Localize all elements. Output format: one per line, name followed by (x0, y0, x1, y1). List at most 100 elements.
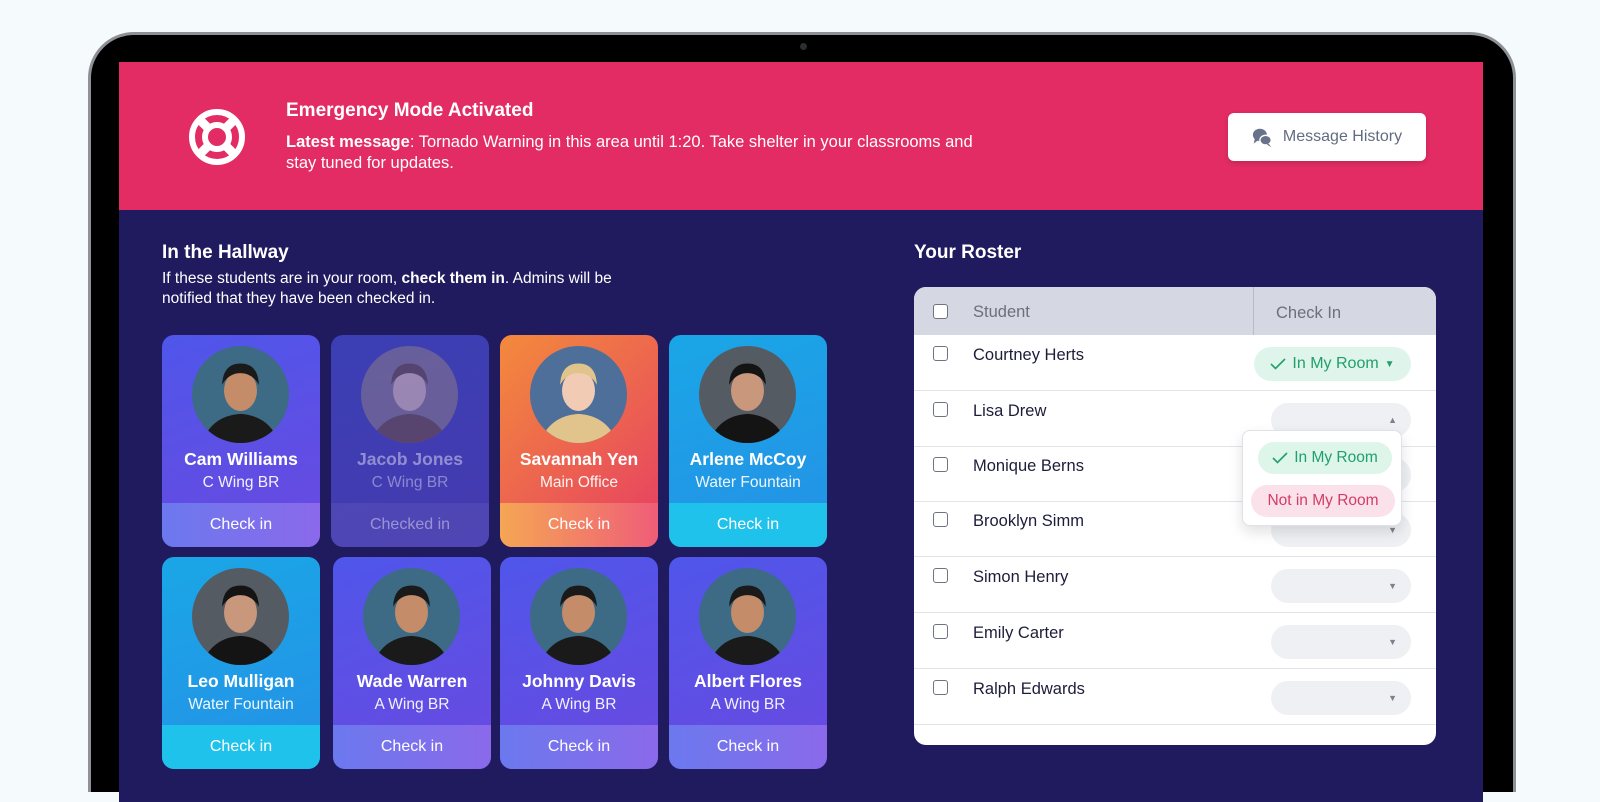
option-not-in-my-room-label: Not in My Room (1267, 492, 1379, 509)
check-in-status-select[interactable]: ▼ (1271, 625, 1411, 659)
student-name: Jacob Jones (356, 449, 464, 469)
banner-message-label: Latest message (286, 133, 410, 151)
student-photo (192, 568, 289, 665)
roster-student-name: Brooklyn Simm (973, 512, 1084, 530)
roster-header: Student Check In (914, 287, 1436, 335)
row-checkbox[interactable] (933, 402, 948, 417)
student-photo (699, 568, 796, 665)
student-name: Arlene McCoy (689, 449, 807, 469)
student-location: Water Fountain (188, 696, 294, 713)
caret-down-icon: ▼ (1388, 525, 1397, 535)
student-location: C Wing BR (202, 474, 280, 491)
student-location: Water Fountain (695, 474, 801, 491)
laptop-frame: Emergency Mode Activated Latest message:… (88, 32, 1516, 802)
check-in-button[interactable]: Check in (669, 503, 827, 547)
hallway-student-card: Cam Williams C Wing BR Check in (162, 335, 320, 547)
student-name: Leo Mulligan (187, 671, 295, 691)
student-avatar (530, 568, 627, 665)
student-avatar (699, 346, 796, 443)
check-in-status-dropdown: In My Room Not in My Room (1242, 430, 1402, 526)
select-all-checkbox[interactable] (933, 304, 948, 319)
hallway-student-card: Wade Warren A Wing BR Check in (333, 557, 491, 769)
chat-bubbles-icon (1252, 128, 1272, 147)
check-in-status-select[interactable]: ▼ (1271, 681, 1411, 715)
hallway-student-card: Arlene McCoy Water Fountain Check in (669, 335, 827, 547)
student-photo (361, 346, 458, 443)
row-checkbox[interactable] (933, 512, 948, 527)
message-history-button[interactable]: Message History (1228, 113, 1426, 161)
check-in-button[interactable]: Check in (669, 725, 827, 769)
student-location: A Wing BR (374, 696, 450, 713)
row-checkbox[interactable] (933, 624, 948, 639)
banner-message: Latest message: Tornado Warning in this … (286, 132, 986, 174)
lifebuoy-icon (189, 109, 245, 165)
student-avatar (192, 568, 289, 665)
row-checkbox[interactable] (933, 568, 948, 583)
hallway-student-card: Savannah Yen Main Office Check in (500, 335, 658, 547)
column-header-student[interactable]: Student (973, 303, 1030, 322)
roster-student-name: Simon Henry (973, 568, 1069, 586)
banner-title: Emergency Mode Activated (286, 100, 534, 121)
caret-down-icon: ▼ (1384, 358, 1395, 370)
check-in-button[interactable]: Check in (333, 725, 491, 769)
student-name: Wade Warren (356, 671, 468, 691)
student-location: C Wing BR (371, 474, 449, 491)
student-name: Albert Flores (694, 671, 802, 691)
roster-row: Ralph Edwards ▼ (914, 669, 1436, 725)
check-in-button[interactable]: Check in (162, 503, 320, 547)
check-in-status-select[interactable]: In My Room ▼ (1254, 347, 1411, 381)
camera-dot (800, 43, 807, 50)
student-location: A Wing BR (541, 696, 617, 713)
hallway-description: If these students are in your room, chec… (162, 269, 662, 309)
student-photo (530, 346, 627, 443)
option-in-my-room-label: In My Room (1294, 449, 1378, 466)
check-in-button[interactable]: Check in (500, 725, 658, 769)
emergency-banner: Emergency Mode Activated Latest message:… (119, 62, 1483, 210)
option-in-my-room[interactable]: In My Room (1258, 442, 1392, 474)
hallway-student-card: Johnny Davis A Wing BR Check in (500, 557, 658, 769)
roster-student-name: Courtney Herts (973, 346, 1084, 364)
check-in-status-value: In My Room (1292, 355, 1379, 372)
student-photo (363, 568, 460, 665)
row-checkbox[interactable] (933, 346, 948, 361)
row-checkbox[interactable] (933, 457, 948, 472)
student-avatar (361, 346, 458, 443)
column-divider (1253, 287, 1254, 335)
row-checkbox[interactable] (933, 680, 948, 695)
check-in-button[interactable]: Check in (500, 503, 658, 547)
message-history-label: Message History (1282, 128, 1403, 145)
student-name: Savannah Yen (519, 449, 639, 469)
hallway-student-card: Leo Mulligan Water Fountain Check in (162, 557, 320, 769)
student-avatar (530, 346, 627, 443)
hallway-student-card: Albert Flores A Wing BR Check in (669, 557, 827, 769)
caret-down-icon: ▼ (1388, 637, 1397, 647)
check-in-status-select[interactable]: ▼ (1271, 569, 1411, 603)
student-name: Cam Williams (184, 449, 298, 469)
roster-student-name: Monique Berns (973, 457, 1084, 475)
student-avatar (192, 346, 289, 443)
student-avatar (363, 568, 460, 665)
roster-row: Simon Henry ▼ (914, 557, 1436, 613)
roster-student-name: Emily Carter (973, 624, 1064, 642)
roster-student-name: Ralph Edwards (973, 680, 1085, 698)
hallway-student-card: Jacob Jones C Wing BR Checked in (331, 335, 489, 547)
hallway-desc-bold: check them in (401, 270, 505, 287)
student-location: Main Office (539, 474, 619, 491)
check-in-button[interactable]: Check in (162, 725, 320, 769)
caret-down-icon: ▼ (1388, 693, 1397, 703)
checked-in-label: Checked in (331, 503, 489, 547)
student-location: A Wing BR (710, 696, 786, 713)
caret-down-icon: ▼ (1388, 581, 1397, 591)
hallway-desc-pre: If these students are in your room, (162, 270, 402, 287)
check-icon (1270, 358, 1286, 370)
roster-title: Your Roster (914, 242, 1022, 263)
student-photo (192, 346, 289, 443)
option-not-in-my-room[interactable]: Not in My Room (1251, 485, 1395, 517)
student-photo (699, 346, 796, 443)
check-icon (1272, 452, 1288, 464)
roster-row: Courtney Herts In My Room ▼ (914, 335, 1436, 391)
app-screen: Emergency Mode Activated Latest message:… (119, 62, 1483, 802)
column-header-check-in[interactable]: Check In (1276, 304, 1341, 323)
student-avatar (699, 568, 796, 665)
hallway-title: In the Hallway (162, 242, 289, 263)
